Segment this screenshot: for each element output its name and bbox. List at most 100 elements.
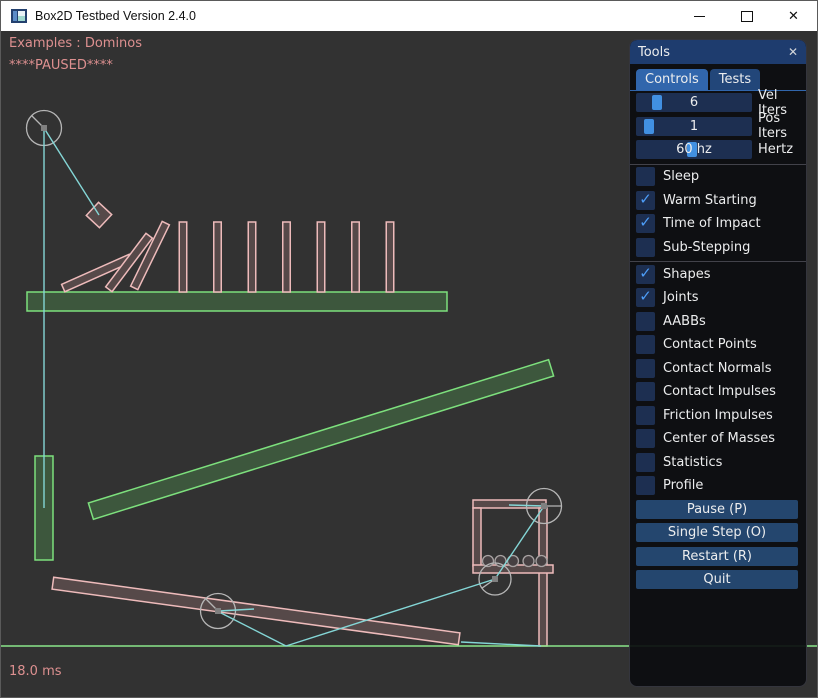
minimize-button[interactable] <box>676 1 723 31</box>
checkbox-label: Shapes <box>663 267 710 282</box>
minimize-icon <box>694 16 705 17</box>
checkbox-profile[interactable]: Profile <box>636 476 798 495</box>
app-window: Box2D Testbed Version 2.4.0 ✕ Examples :… <box>0 0 818 698</box>
slider-vel-iters[interactable]: 6 <box>636 93 752 112</box>
slider-row-hertz: 60 hz Hertz <box>636 140 798 159</box>
checkbox-box <box>636 167 655 186</box>
body-domino-standing-2 <box>214 222 222 292</box>
checkbox-contact-impulses[interactable]: Contact Impulses <box>636 382 798 401</box>
window-title: Box2D Testbed Version 2.4.0 <box>35 9 196 23</box>
checkbox-label: Center of Masses <box>663 431 775 446</box>
checkbox-box <box>636 429 655 448</box>
checkbox-sleep[interactable]: Sleep <box>636 167 798 186</box>
body-domino-standing-1 <box>179 222 187 292</box>
body-domino-standing-6 <box>352 222 360 292</box>
body-domino-standing-7 <box>386 222 394 292</box>
ball-4 <box>523 556 534 567</box>
separator <box>630 164 806 165</box>
body-seesaw-plank <box>52 577 460 645</box>
checkbox-label: Contact Points <box>663 337 757 352</box>
checkbox-contact-normals[interactable]: Contact Normals <box>636 359 798 378</box>
checkbox-label: Sleep <box>663 169 699 184</box>
checkbox-sub-stepping[interactable]: Sub-Stepping <box>636 238 798 257</box>
slider-hertz[interactable]: 60 hz <box>636 140 752 159</box>
checkmark-icon: ✓ <box>639 289 652 304</box>
checkbox-box <box>636 335 655 354</box>
checkbox-shapes[interactable]: ✓ Shapes <box>636 265 798 284</box>
pause-p-button[interactable]: Pause (P) <box>636 500 798 519</box>
window-controls: ✕ <box>676 1 817 31</box>
slider-pos-iters[interactable]: 1 <box>636 117 752 136</box>
body-frame-left-post <box>473 508 481 566</box>
checkbox-label: Statistics <box>663 455 722 470</box>
checkbox-time-of-impact[interactable]: ✓ Time of Impact <box>636 214 798 233</box>
checkbox-box <box>636 406 655 425</box>
checkmark-icon: ✓ <box>639 215 652 230</box>
checkbox-center-of-masses[interactable]: Center of Masses <box>636 429 798 448</box>
window-titlebar[interactable]: Box2D Testbed Version 2.4.0 ✕ <box>1 1 817 31</box>
body-frame-right-post <box>539 508 547 646</box>
app-icon <box>11 9 27 23</box>
checkbox-box <box>636 238 655 257</box>
restart-r-button[interactable]: Restart (R) <box>636 547 798 566</box>
tools-panel: Tools ✕ ControlsTests 6Vel Iters1Pos Ite… <box>629 39 807 687</box>
slider-value: 1 <box>636 117 752 136</box>
ball-5 <box>536 556 547 567</box>
tools-panel-titlebar[interactable]: Tools ✕ <box>630 40 806 64</box>
checkbox-label: Contact Normals <box>663 361 772 376</box>
checkbox-friction-impulses[interactable]: Friction Impulses <box>636 406 798 425</box>
checkbox-box: ✓ <box>636 288 655 307</box>
checkmark-icon: ✓ <box>639 266 652 281</box>
frame-time-label: 18.0 ms <box>9 664 62 679</box>
checkbox-box: ✓ <box>636 191 655 210</box>
separator <box>630 261 806 262</box>
example-label: Examples : Dominos <box>9 36 142 51</box>
joint-anchor-3 <box>492 576 498 582</box>
tools-panel-body: 6Vel Iters1Pos Iters60 hzHertz Sleep✓War… <box>630 91 806 589</box>
checkbox-contact-points[interactable]: Contact Points <box>636 335 798 354</box>
checkbox-box <box>636 382 655 401</box>
checkmark-icon: ✓ <box>639 192 652 207</box>
checkbox-box: ✓ <box>636 214 655 233</box>
slider-value: 6 <box>636 93 752 112</box>
checkbox-box <box>636 312 655 331</box>
tab-tests[interactable]: Tests <box>710 69 760 90</box>
body-tilted-plank <box>88 360 553 520</box>
checkbox-label: Profile <box>663 478 703 493</box>
paused-label: ****PAUSED**** <box>9 58 113 73</box>
body-domino-standing-5 <box>317 222 325 292</box>
checkbox-label: Friction Impulses <box>663 408 773 423</box>
panel-close-icon[interactable]: ✕ <box>788 46 798 58</box>
checkbox-warm-starting[interactable]: ✓ Warm Starting <box>636 191 798 210</box>
joint-line-2 <box>44 128 99 215</box>
checkbox-label: Warm Starting <box>663 193 757 208</box>
slider-label: Hertz <box>758 142 793 157</box>
body-frame-top-beam <box>473 500 546 508</box>
checkbox-box: ✓ <box>636 265 655 284</box>
tab-controls[interactable]: Controls <box>636 69 708 90</box>
single-step-o-button[interactable]: Single Step (O) <box>636 523 798 542</box>
checkbox-joints[interactable]: ✓ Joints <box>636 288 798 307</box>
checkbox-box <box>636 453 655 472</box>
close-icon: ✕ <box>788 10 799 23</box>
joint-anchor-2 <box>215 608 221 614</box>
maximize-button[interactable] <box>723 1 770 31</box>
slider-label: Pos Iters <box>758 111 798 141</box>
checkbox-statistics[interactable]: Statistics <box>636 453 798 472</box>
slider-row-pos-iters: 1Pos Iters <box>636 117 798 136</box>
checkbox-label: Sub-Stepping <box>663 240 750 255</box>
checkbox-label: Contact Impulses <box>663 384 776 399</box>
body-domino-standing-4 <box>283 222 291 292</box>
checkbox-label: Joints <box>663 290 699 305</box>
close-button[interactable]: ✕ <box>770 1 817 31</box>
tools-panel-title: Tools <box>638 45 670 60</box>
checkbox-label: AABBs <box>663 314 706 329</box>
checkbox-aabbs[interactable]: AABBs <box>636 312 798 331</box>
checkbox-label: Time of Impact <box>663 216 761 231</box>
checkbox-box <box>636 359 655 378</box>
quit-button[interactable]: Quit <box>636 570 798 589</box>
body-top-shelf <box>27 292 447 311</box>
checkbox-box <box>636 476 655 495</box>
joint-line-7 <box>509 505 544 506</box>
maximize-icon <box>741 11 753 22</box>
